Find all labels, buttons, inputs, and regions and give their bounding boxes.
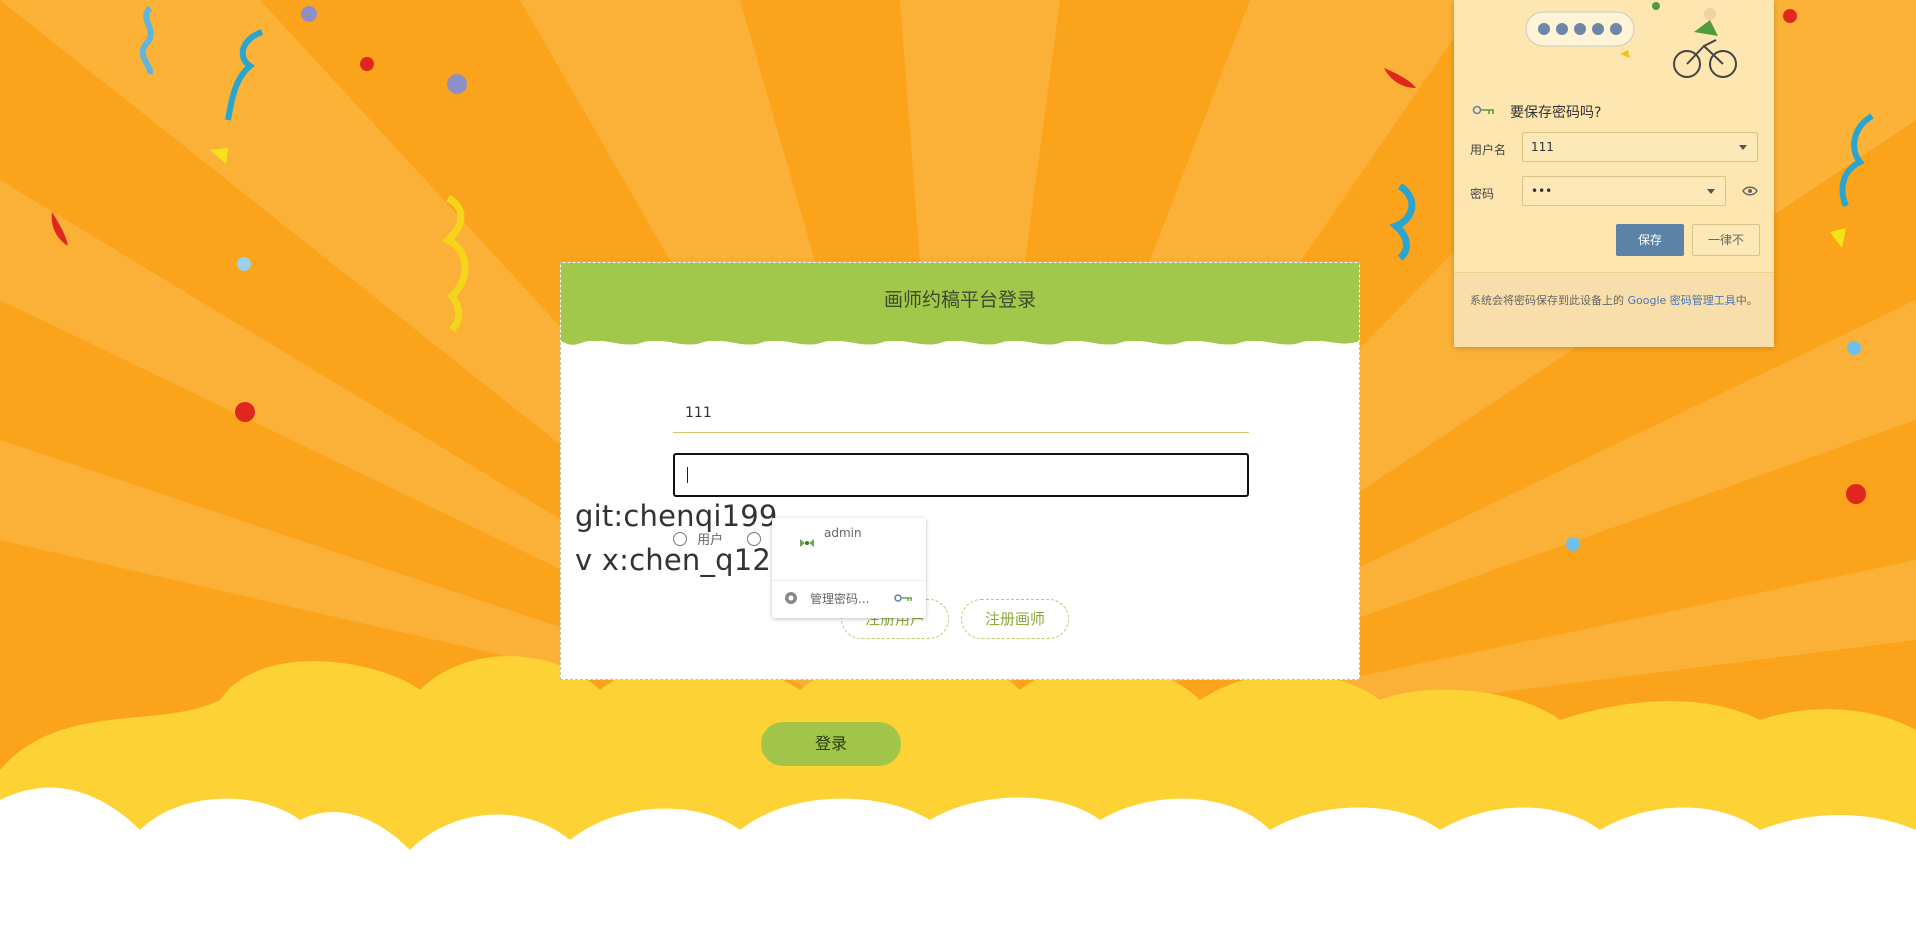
google-password-manager-link[interactable]: Google 密码管理工具 (1628, 294, 1736, 307)
popup-footer: 系统会将密码保存到此设备上的 Google 密码管理工具中。 (1454, 272, 1774, 347)
page-title: 画师约稿平台登录 (883, 289, 1036, 311)
chrome-icon (785, 592, 797, 604)
watermark-line-1: git:chenqi199 (575, 499, 778, 533)
login-card: 画师约稿平台登录 111 用户 画师 注册用户 注册画师 git:chenqi1… (560, 262, 1360, 680)
dropdown-arrow-icon (1707, 189, 1715, 194)
dropdown-arrow-icon (1739, 145, 1747, 150)
key-icon (894, 594, 912, 602)
save-password-popup: 要保存密码吗? 用户名 111 密码 ••• 保存 一律不 系统会将密码保存到此… (1454, 0, 1774, 347)
manage-passwords-item[interactable]: 管理密码... (772, 580, 926, 615)
save-password-button[interactable]: 保存 (1616, 224, 1684, 256)
popup-username-value: 111 (1531, 140, 1554, 154)
password-label: 密码 (1470, 187, 1495, 201)
autofill-dropdown: admin 管理密码... (772, 518, 926, 618)
account-favicon-icon (800, 539, 814, 547)
popup-password-value: ••• (1531, 184, 1553, 198)
footer-text-after: 中。 (1735, 294, 1758, 307)
password-input[interactable] (673, 453, 1249, 497)
popup-username-select[interactable]: 111 (1522, 132, 1758, 162)
save-password-title: 要保存密码吗? (1510, 105, 1602, 121)
popup-password-select[interactable]: ••• (1522, 176, 1726, 206)
username-input[interactable]: 111 (673, 393, 1249, 433)
username-label: 用户名 (1470, 143, 1507, 157)
login-button[interactable]: 登录 (761, 722, 901, 766)
card-header: 画师约稿平台登录 (561, 263, 1359, 345)
autofill-account-name: admin (824, 526, 862, 540)
footer-text-before: 系统会将密码保存到此设备上的 (1470, 294, 1624, 307)
username-value: 111 (685, 405, 712, 421)
text-caret (687, 467, 688, 483)
password-illustration (1525, 2, 1737, 78)
show-password-eye-icon[interactable] (1742, 186, 1758, 196)
never-save-button[interactable]: 一律不 (1692, 224, 1760, 256)
manage-passwords-label: 管理密码... (810, 592, 870, 606)
popup-footer-text: 系统会将密码保存到此设备上的 Google 密码管理工具中。 (1470, 291, 1760, 310)
register-artist-button[interactable]: 注册画师 (961, 599, 1069, 639)
key-icon (1472, 105, 1494, 115)
wavy-edge (561, 331, 1359, 345)
autofill-account-item[interactable]: admin (784, 522, 914, 562)
